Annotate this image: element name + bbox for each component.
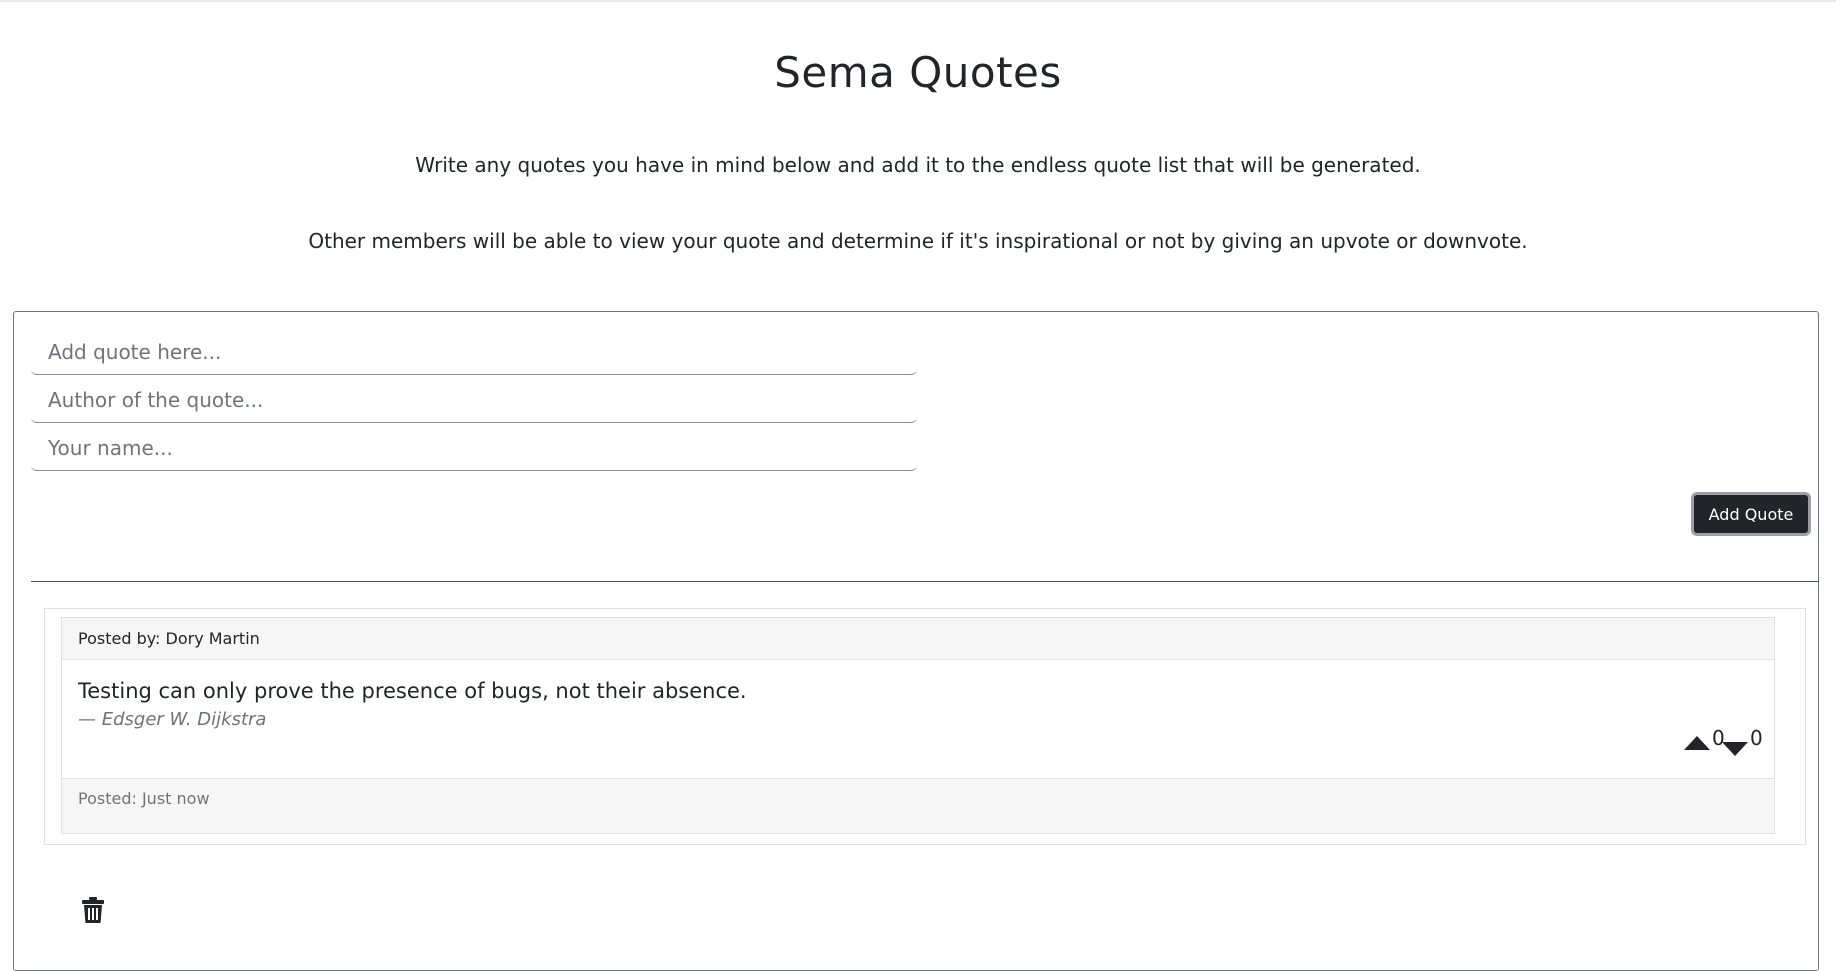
top-border xyxy=(0,0,1836,2)
quote-card: Posted by: Dory Martin Testing can only … xyxy=(61,617,1775,834)
posted-time: Posted: Just now xyxy=(78,789,210,808)
name-input[interactable] xyxy=(31,425,917,471)
trash-icon[interactable] xyxy=(82,897,104,923)
quote-card-footer: Posted: Just now xyxy=(62,778,1774,833)
triangle-up-icon[interactable] xyxy=(1684,736,1710,750)
downvote-count: 0 xyxy=(1750,726,1763,750)
quote-card-header: Posted by: Dory Martin xyxy=(62,618,1774,660)
divider xyxy=(31,581,1819,582)
quote-text: Testing can only prove the presence of b… xyxy=(78,679,747,703)
quote-input[interactable] xyxy=(31,329,917,375)
triangle-down-icon[interactable] xyxy=(1722,742,1748,756)
page-title: Sema Quotes xyxy=(774,48,1062,97)
add-quote-button[interactable]: Add Quote xyxy=(1691,492,1811,536)
posted-by: Posted by: Dory Martin xyxy=(78,629,260,648)
quote-panel: Add Quote Posted by: Dory Martin Testing… xyxy=(13,311,1819,971)
intro-text-2: Other members will be able to view your … xyxy=(308,229,1528,253)
author-input[interactable] xyxy=(31,377,917,423)
intro-text-1: Write any quotes you have in mind below … xyxy=(415,153,1421,177)
quote-author: — Edsger W. Dijkstra xyxy=(78,709,267,730)
quote-list: Posted by: Dory Martin Testing can only … xyxy=(44,608,1806,845)
